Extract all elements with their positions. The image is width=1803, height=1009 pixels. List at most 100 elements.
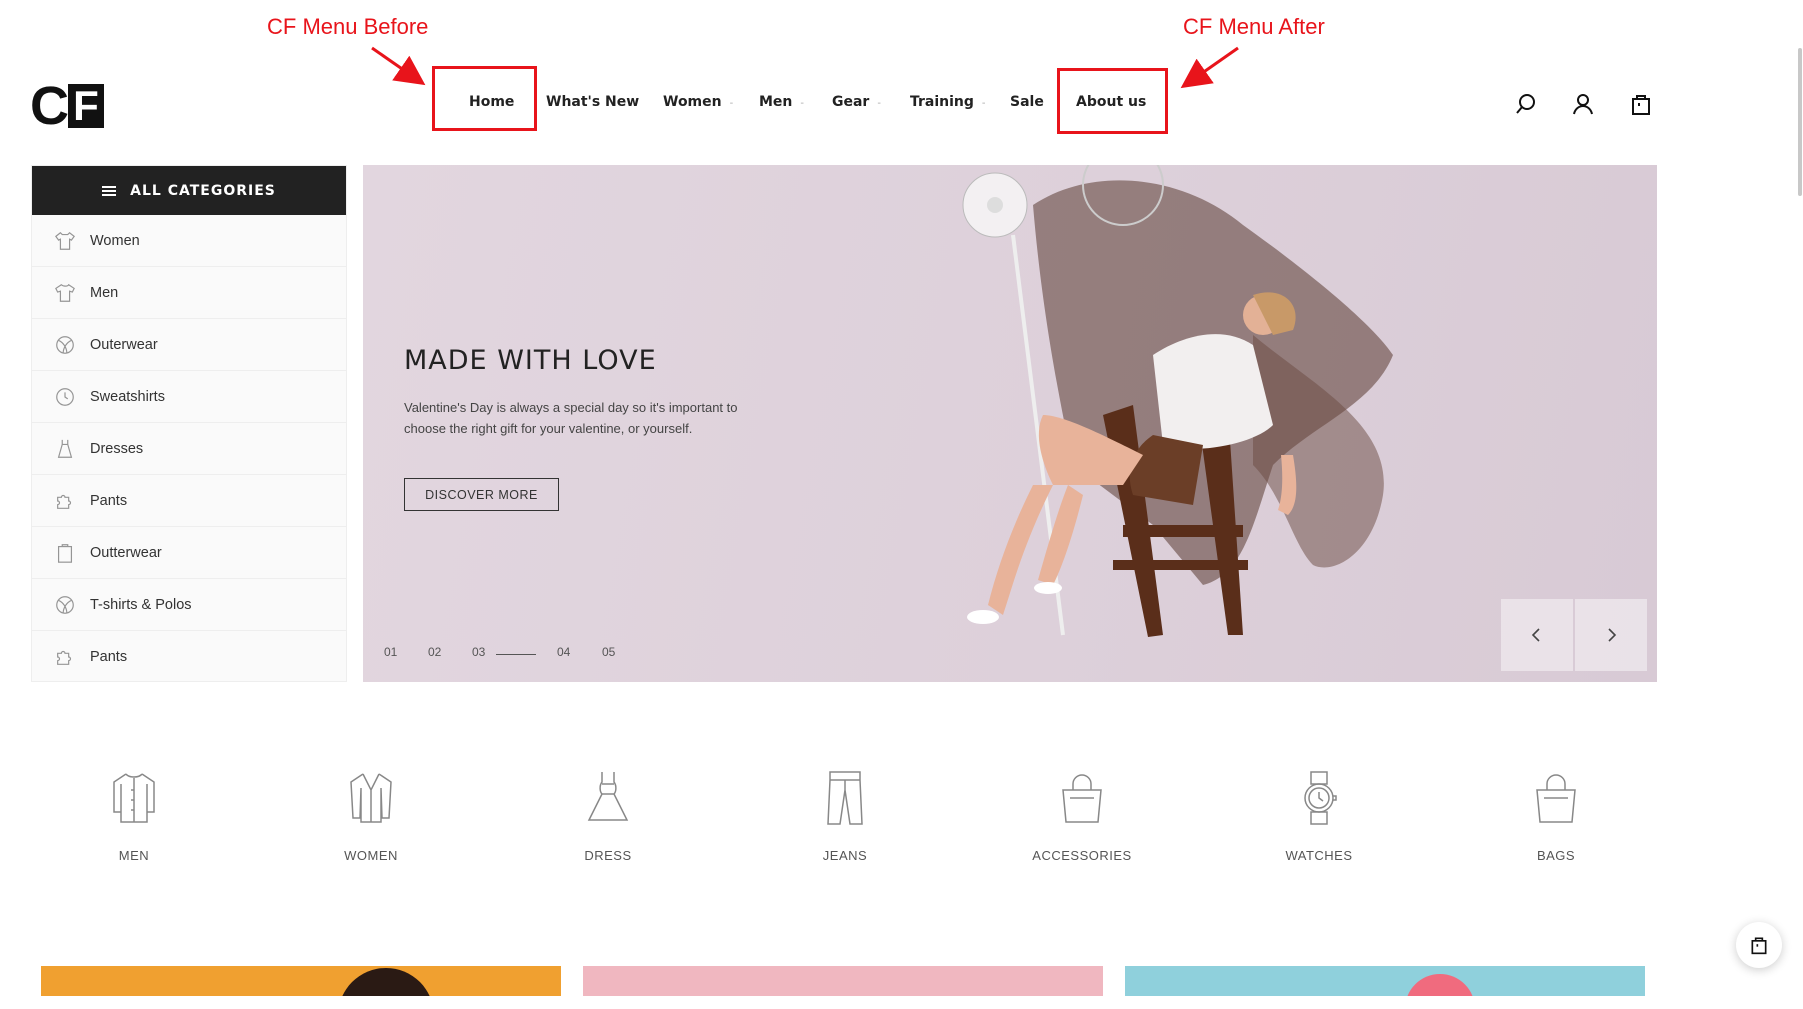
page-scrollbar[interactable] — [1798, 48, 1802, 196]
nav-item-women[interactable]: Women - — [663, 94, 733, 110]
nav-label: Training — [910, 94, 974, 110]
ball-icon — [56, 595, 74, 614]
slide-dot-3[interactable]: 03 — [472, 645, 485, 659]
caret-icon: - — [800, 98, 805, 109]
category-dress[interactable]: DRESS — [538, 770, 678, 863]
nav-item-training[interactable]: Training - — [910, 94, 986, 110]
ball-icon — [56, 335, 74, 354]
sidebar-item-outerwear[interactable]: Outerwear — [32, 319, 346, 371]
nav-label: Sale — [1010, 94, 1044, 110]
clock-icon — [56, 387, 74, 406]
slide-dot-4[interactable]: 04 — [557, 645, 570, 659]
search-icon[interactable] — [1514, 92, 1538, 116]
slide-dot-2[interactable]: 02 — [428, 645, 441, 659]
dress-icon — [587, 772, 629, 821]
bag-icon — [1536, 774, 1576, 823]
user-icon[interactable] — [1571, 92, 1595, 116]
category-label: MEN — [118, 848, 150, 863]
sidebar-item-outterwear[interactable]: Outterwear — [32, 527, 346, 579]
nav-item-men[interactable]: Men - — [759, 94, 804, 110]
chevron-right-icon — [1608, 628, 1617, 642]
category-label: WOMEN — [344, 848, 398, 863]
sidebar-item-label: Men — [90, 284, 119, 301]
category-jeans[interactable]: JEANS — [775, 770, 915, 863]
slide-arrows — [1499, 599, 1647, 671]
sidebar-item-label: Outterwear — [90, 544, 162, 561]
category-sidebar: ALL CATEGORIES Women Men Outerwear Sweat… — [31, 165, 347, 682]
category-accessories[interactable]: ACCESSORIES — [1012, 770, 1152, 863]
logo-letter-c: C — [30, 76, 69, 136]
puzzle-icon — [57, 494, 72, 509]
shirt-icon — [113, 773, 155, 823]
nav-label: Gear — [832, 94, 870, 110]
promo-banner-2[interactable] — [583, 966, 1103, 996]
promo-banner-1[interactable] — [41, 966, 561, 996]
sidebar-item-label: T-shirts & Polos — [90, 596, 192, 613]
caret-icon: - — [981, 98, 986, 109]
bag-icon — [1751, 937, 1767, 955]
bag-icon[interactable] — [1629, 92, 1653, 116]
puzzle-icon — [57, 650, 72, 665]
category-label: DRESS — [584, 848, 632, 863]
jeans-icon — [827, 771, 863, 825]
sidebar-item-label: Dresses — [90, 440, 144, 457]
nav-label: Women — [663, 94, 722, 110]
category-bags[interactable]: BAGS — [1486, 770, 1626, 863]
sidebar-item-label: Sweatshirts — [90, 388, 165, 405]
all-categories-button[interactable]: ALL CATEGORIES — [32, 166, 346, 215]
slide-dot-5[interactable]: 05 — [602, 645, 615, 659]
hero-slider: MADE WITH LOVE Valentine's Day is always… — [363, 165, 1657, 682]
hero-title: MADE WITH LOVE — [404, 345, 657, 376]
watch-icon — [1304, 771, 1337, 825]
sidebar-item-label: Outerwear — [90, 336, 158, 353]
shirt-icon — [55, 231, 75, 250]
sidebar-item-dresses[interactable]: Dresses — [32, 423, 346, 475]
sidebar-item-sweatshirts[interactable]: Sweatshirts — [32, 371, 346, 423]
nav-label: What's New — [546, 94, 640, 110]
sidebar-item-tshirts-polos[interactable]: T-shirts & Polos — [32, 579, 346, 631]
category-list: Women Men Outerwear Sweatshirts Dresses … — [32, 215, 346, 683]
sidebar-item-label: Pants — [90, 492, 128, 509]
discover-more-button[interactable]: DISCOVER MORE — [404, 478, 559, 511]
slide-dot-1[interactable]: 01 — [384, 645, 397, 659]
caret-icon: - — [877, 98, 881, 109]
sidebar-title: ALL CATEGORIES — [130, 182, 276, 199]
sidebar-item-pants[interactable]: Pants — [32, 475, 346, 527]
sidebar-item-men[interactable]: Men — [32, 267, 346, 319]
active-slide-indicator — [496, 654, 536, 655]
banner-image — [338, 968, 434, 996]
nav-item-sale[interactable]: Sale — [1010, 94, 1044, 110]
nav-item-about-us[interactable]: About us — [1076, 94, 1146, 110]
category-men[interactable]: MEN — [64, 770, 204, 863]
promo-banner-3[interactable] — [1125, 966, 1645, 996]
category-label: BAGS — [1536, 848, 1576, 863]
sidebar-item-pants-2[interactable]: Pants — [32, 631, 346, 683]
handbag-icon — [1062, 774, 1102, 823]
logo[interactable]: C F — [30, 76, 104, 136]
dress-icon — [57, 439, 73, 458]
logo-letter-f: F — [68, 84, 104, 128]
nav-item-whats-new[interactable]: What's New — [546, 94, 639, 110]
nav-label: Home — [469, 94, 515, 110]
nav-label: About us — [1076, 94, 1147, 110]
category-label: JEANS — [822, 848, 868, 863]
cardigan-icon — [350, 773, 392, 823]
caret-icon: - — [729, 98, 734, 109]
category-watches[interactable]: WATCHES — [1249, 770, 1389, 863]
menu-icon — [102, 185, 117, 196]
category-label: WATCHES — [1285, 848, 1353, 863]
hero-description: Valentine's Day is always a special day … — [404, 400, 738, 436]
tshirt-icon — [55, 283, 75, 302]
nav-item-home[interactable]: Home — [469, 94, 514, 110]
banner-image — [1405, 974, 1475, 996]
prev-slide-button[interactable] — [1501, 599, 1573, 671]
nav-item-gear[interactable]: Gear - — [832, 94, 881, 110]
next-slide-button[interactable] — [1575, 599, 1647, 671]
category-label: ACCESSORIES — [1032, 848, 1132, 863]
category-women[interactable]: WOMEN — [301, 770, 441, 863]
floating-cart-button[interactable] — [1736, 922, 1782, 968]
nav-label: Men — [759, 94, 793, 110]
chevron-left-icon — [1531, 628, 1540, 642]
sidebar-item-label: Women — [90, 232, 140, 249]
sidebar-item-women[interactable]: Women — [32, 215, 346, 267]
